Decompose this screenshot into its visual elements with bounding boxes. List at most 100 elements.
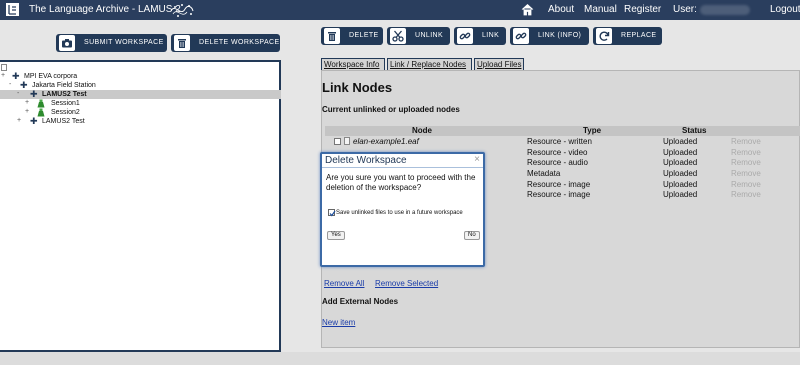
node-status: Uploaded: [663, 137, 698, 146]
delete-node-button[interactable]: DELETE: [321, 27, 383, 45]
node-status: Uploaded: [663, 158, 698, 167]
tab-link-replace-nodes[interactable]: Link / Replace Nodes: [387, 58, 472, 70]
node-type: Resource - written: [527, 137, 592, 146]
language-archive-logo-icon: [6, 3, 19, 16]
session-bag-icon: [37, 99, 45, 108]
link-icon: [513, 28, 529, 44]
user-label: User:: [673, 4, 697, 15]
remove-all-link[interactable]: Remove All: [324, 279, 364, 288]
checkmark-icon: [329, 210, 336, 217]
home-icon[interactable]: [521, 3, 534, 16]
link-label: LINK: [482, 32, 500, 39]
nav-manual-link[interactable]: Manual: [584, 4, 617, 15]
unlink-label: UNLINK: [415, 32, 444, 39]
row-checkbox[interactable]: [334, 138, 341, 145]
node-type: Resource - image: [527, 190, 591, 199]
remove-link[interactable]: Remove: [731, 180, 761, 190]
node-type: Resource - audio: [527, 158, 588, 167]
top-bar: The Language Archive - LAMUS 2 About Man…: [0, 0, 800, 20]
table-header: Node Type Status: [325, 126, 800, 136]
submit-workspace-label: SUBMIT WORKSPACE: [84, 39, 164, 46]
trash-icon: [174, 35, 190, 51]
tree-item-label: MPI EVA corpora: [24, 73, 78, 80]
node-status: Uploaded: [663, 148, 698, 157]
tree-item-label: Jakarta Field Station: [32, 82, 96, 89]
app-title: The Language Archive - LAMUS 2: [29, 4, 181, 15]
tab-upload-files[interactable]: Upload Files: [474, 58, 524, 70]
tree-expand-toggle[interactable]: +: [25, 108, 32, 116]
tree-expand-toggle[interactable]: +: [25, 99, 32, 107]
save-unlinked-label: Save unlinked files to use in a future w…: [336, 210, 463, 216]
tree-item-label: Session2: [51, 109, 80, 116]
bottom-bar: [0, 352, 800, 365]
remove-link[interactable]: Remove: [731, 158, 761, 168]
dialog-title: Delete Workspace: [325, 155, 407, 166]
root-doc-icon: [1, 64, 7, 71]
node-type: Metadata: [527, 169, 561, 178]
nav-about-link[interactable]: About: [548, 4, 574, 15]
delete-node-label: DELETE: [349, 32, 379, 39]
tree-item-label: Session1: [51, 100, 80, 107]
dialog-message: Are you sure you want to proceed with th…: [326, 173, 476, 192]
tree-item-jakarta-field-station[interactable]: - ✚ Jakarta Field Station: [0, 81, 281, 90]
node-type: Resource - video: [527, 148, 588, 157]
refresh-icon: [596, 28, 612, 44]
replace-button[interactable]: REPLACE: [593, 27, 662, 45]
remove-link[interactable]: Remove: [731, 137, 761, 147]
tab-workspace-info[interactable]: Workspace Info: [321, 58, 385, 70]
link-icon: [457, 28, 473, 44]
link-info-label: LINK (INFO): [538, 32, 582, 39]
save-unlinked-checkbox[interactable]: [328, 209, 336, 217]
tree-item-lamus2-test-selected[interactable]: - ✚ LAMUS2 Test: [0, 90, 281, 99]
node-status: Uploaded: [663, 190, 698, 199]
table-row[interactable]: elan-example1.eaf Resource - written Upl…: [325, 137, 800, 147]
camera-icon: [59, 35, 75, 51]
tree-item-lamus2-test[interactable]: + ✚ LAMUS2 Test: [0, 117, 281, 126]
logout-link[interactable]: Logout: [770, 4, 800, 15]
new-item-link[interactable]: New item: [322, 318, 355, 327]
remove-link[interactable]: Remove: [731, 148, 761, 158]
remove-link[interactable]: Remove: [731, 190, 761, 200]
remove-selected-link[interactable]: Remove Selected: [375, 279, 438, 288]
close-icon[interactable]: ×: [474, 154, 480, 165]
tree-expand-toggle[interactable]: -: [17, 90, 24, 98]
tree-item-mpi-eva-corpora[interactable]: + ✚ MPI EVA corpora: [0, 72, 281, 81]
delete-workspace-label: DELETE WORKSPACE: [199, 39, 280, 46]
user-name-redacted: [700, 5, 750, 15]
column-header-status: Status: [682, 126, 707, 135]
workspace-tree-panel: + ✚ MPI EVA corpora - ✚ Jakarta Field St…: [0, 60, 281, 352]
page-title: Link Nodes: [322, 80, 393, 95]
link-button[interactable]: LINK: [454, 27, 506, 45]
tree-expand-toggle[interactable]: +: [17, 117, 24, 125]
trash-icon: [324, 28, 340, 44]
nav-register-link[interactable]: Register: [624, 4, 661, 15]
session-bag-icon: [37, 108, 45, 117]
node-name: elan-example1.eaf: [353, 137, 419, 146]
tree-expand-toggle[interactable]: -: [9, 81, 16, 89]
tree-item-session2[interactable]: + Session2: [0, 108, 281, 117]
add-external-nodes-heading: Add External Nodes: [322, 297, 399, 306]
node-status: Uploaded: [663, 169, 698, 178]
column-header-node: Node: [412, 126, 432, 135]
corpus-node-icon: ✚: [20, 80, 28, 90]
delete-workspace-button[interactable]: DELETE WORKSPACE: [171, 34, 280, 52]
document-icon: [344, 137, 350, 145]
scissors-icon: [390, 28, 406, 44]
delete-workspace-dialog: Delete Workspace × Are you sure you want…: [320, 152, 485, 267]
unlink-button[interactable]: UNLINK: [387, 27, 450, 45]
tree-expand-toggle[interactable]: +: [1, 72, 8, 80]
replace-label: REPLACE: [621, 32, 657, 39]
remove-link[interactable]: Remove: [731, 169, 761, 179]
section-heading: Current unlinked or uploaded nodes: [322, 105, 460, 114]
node-status: Uploaded: [663, 180, 698, 189]
dialog-divider: [322, 167, 483, 168]
corpus-node-icon: ✚: [30, 116, 38, 126]
yes-button[interactable]: Yes: [327, 231, 345, 240]
tree-item-session1[interactable]: + Session1: [0, 99, 281, 108]
no-button[interactable]: No: [464, 231, 480, 240]
submit-workspace-button[interactable]: SUBMIT WORKSPACE: [56, 34, 167, 52]
link-info-button[interactable]: LINK (INFO): [510, 27, 589, 45]
tree-item-label: LAMUS2 Test: [42, 118, 85, 125]
corpus-node-icon: ✚: [12, 71, 20, 81]
node-type: Resource - image: [527, 180, 591, 189]
